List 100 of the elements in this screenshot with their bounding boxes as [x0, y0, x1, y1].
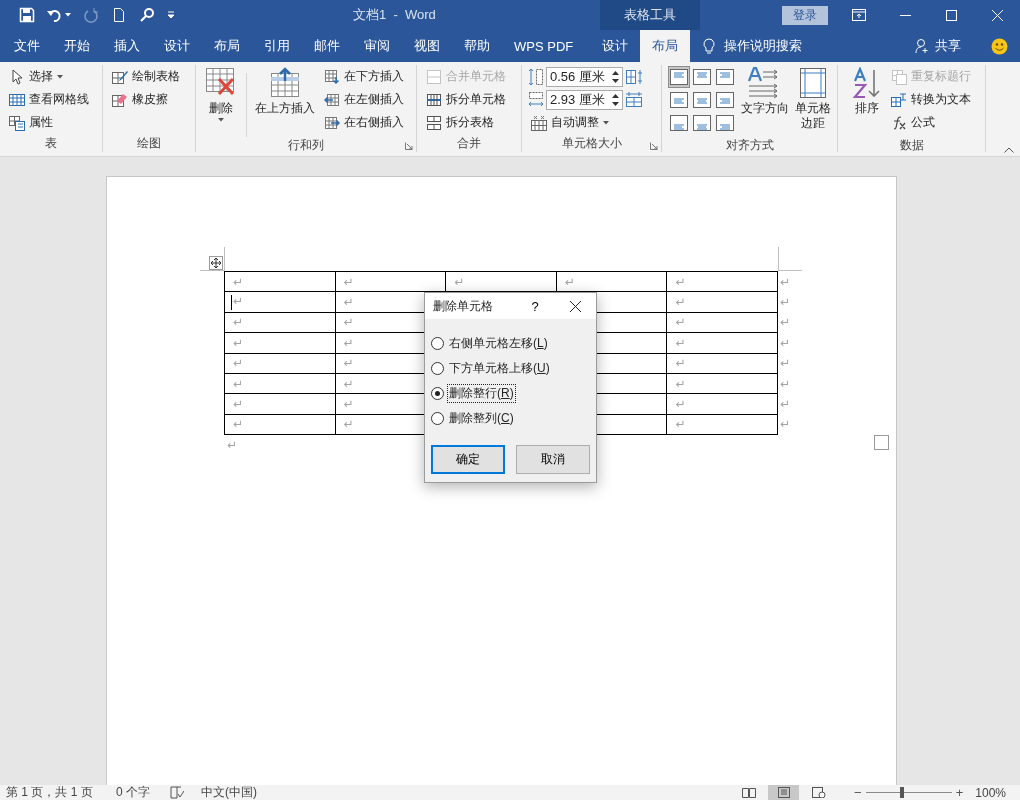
redo-icon	[83, 7, 99, 23]
zoom-in-button[interactable]: +	[951, 785, 968, 800]
radio-option[interactable]: 删除整行(R)	[431, 381, 596, 406]
language: 中文(中国)	[201, 784, 258, 800]
paragraph-mark: ↵	[675, 315, 686, 330]
close-button[interactable]	[570, 300, 581, 312]
word-count: 0 个字	[116, 784, 151, 800]
ribbon-button[interactable]: 属性	[6, 111, 92, 134]
align-button[interactable]	[714, 89, 736, 111]
zoom-thumb[interactable]	[900, 787, 905, 798]
align-button[interactable]	[714, 112, 736, 134]
caret-icon	[167, 11, 175, 19]
align-button[interactable]	[668, 66, 690, 88]
ribbon-button[interactable]: 在下方插入	[321, 65, 407, 88]
save-button[interactable]	[19, 7, 35, 23]
align-button[interactable]	[691, 112, 713, 134]
resize-handle[interactable]	[874, 435, 889, 451]
align-button[interactable]	[714, 66, 736, 88]
paragraph-mark: ↵	[779, 376, 791, 391]
radio-button[interactable]	[431, 362, 444, 375]
book-icon	[741, 787, 756, 798]
ribbon-tab[interactable]: 引用	[252, 30, 302, 62]
customize-button[interactable]	[167, 11, 175, 19]
ribbon-button[interactable]: 拆分单元格	[423, 88, 509, 111]
new-document-button[interactable]	[111, 7, 127, 23]
ribbon-tab[interactable]: 设计	[152, 30, 202, 62]
ribbon-large-button[interactable]: 文字方向	[740, 65, 790, 137]
sign-in-button[interactable]: 登录	[782, 5, 828, 25]
dialog-button[interactable]: 取消	[516, 445, 590, 474]
help-button[interactable]: ?	[528, 298, 542, 314]
ribbon-button[interactable]: 选择	[6, 65, 92, 88]
width-field[interactable]: 2.93 厘米	[546, 89, 623, 110]
page-icon	[776, 787, 791, 798]
align-button[interactable]	[691, 89, 713, 111]
height-field[interactable]: 0.56 厘米	[546, 66, 623, 87]
split-cells-icon	[426, 91, 442, 108]
ribbon-button[interactable]: 拆分表格	[423, 111, 509, 134]
ribbon-large-button[interactable]: 排序	[850, 65, 884, 137]
save-icon	[19, 7, 35, 23]
share-button[interactable]: 共享	[915, 30, 961, 62]
ribbon-button[interactable]: 在右侧插入	[321, 111, 407, 134]
paragraph-mark: ↵	[343, 397, 354, 412]
paragraph-mark: ↵	[227, 438, 238, 453]
ribbon-tab[interactable]: 文件	[2, 30, 52, 62]
ribbon-button[interactable]: 查看网格线	[6, 88, 92, 111]
align-button[interactable]	[668, 112, 690, 134]
ribbon-tab[interactable]: WPS PDF	[502, 30, 586, 62]
ribbon-tab[interactable]: 审阅	[352, 30, 402, 62]
view-button[interactable]	[768, 785, 800, 800]
ribbon-button[interactable]: 自动调整	[528, 111, 612, 134]
ribbon-tab[interactable]: 视图	[402, 30, 452, 62]
zoom-out-button[interactable]: −	[850, 785, 866, 800]
paragraph-mark: ↵	[343, 376, 354, 391]
ribbon-button[interactable]: 在左侧插入	[321, 88, 407, 111]
ribbon-tab[interactable]: 邮件	[302, 30, 352, 62]
dialog-button[interactable]: 确定	[431, 445, 505, 474]
radio-button[interactable]	[431, 387, 444, 400]
dialog-launcher-icon	[650, 142, 658, 150]
ribbon-tab[interactable]: 插入	[102, 30, 152, 62]
move-handle-icon[interactable]	[209, 256, 223, 270]
ribbon-tab[interactable]: 布局	[640, 30, 691, 62]
maximize-icon	[945, 9, 957, 21]
ribbon-tab[interactable]: 布局	[202, 30, 252, 62]
close-icon	[570, 300, 581, 312]
align-button[interactable]	[668, 89, 690, 111]
radio-option[interactable]: 下方单元格上移(U)	[431, 356, 596, 381]
zoom-level: 100%	[975, 785, 1006, 800]
align-button[interactable]	[691, 66, 713, 88]
search-button[interactable]	[139, 7, 155, 23]
paragraph-mark: ↵	[675, 335, 686, 350]
redo-button[interactable]	[83, 7, 99, 23]
search-icon	[139, 7, 155, 23]
radio-button[interactable]	[431, 412, 444, 425]
move-arrows-icon	[211, 258, 221, 268]
ribbon-large-button[interactable]: 单元格边距	[793, 65, 833, 137]
paragraph-mark: ↵	[779, 417, 791, 432]
ribbon-button[interactable]: 公式	[888, 111, 974, 134]
radio-button[interactable]	[431, 337, 444, 350]
group-label: 行和列	[288, 137, 324, 153]
spinner-icon	[612, 69, 619, 84]
align-icon	[716, 69, 734, 85]
radio-option[interactable]: 右侧单元格左移(L)	[431, 331, 596, 356]
align-icon	[670, 92, 688, 108]
ribbon-large-button[interactable]: 删除	[202, 65, 240, 137]
radio-option[interactable]: 删除整列(C)	[431, 406, 596, 431]
paragraph-mark: ↵	[675, 274, 686, 289]
ribbon-button[interactable]: 转换为文本	[888, 88, 974, 111]
caret-icon	[65, 13, 71, 17]
proofing-icon	[170, 786, 184, 799]
undo-button[interactable]	[47, 7, 71, 23]
group-label: 表	[45, 135, 57, 151]
ribbon-tab[interactable]: 设计	[590, 30, 641, 62]
tell-me-search[interactable]: 操作说明搜索	[703, 30, 803, 62]
ribbon-tab[interactable]: 开始	[52, 30, 102, 62]
ribbon-button[interactable]: 橡皮擦	[109, 88, 183, 111]
ribbon-large-button[interactable]: 在上方插入	[253, 65, 317, 137]
eraser-table-icon	[112, 91, 128, 108]
autofit-icon	[531, 114, 547, 131]
ribbon-tab[interactable]: 帮助	[452, 30, 502, 62]
ribbon-button[interactable]: 绘制表格	[109, 65, 183, 88]
